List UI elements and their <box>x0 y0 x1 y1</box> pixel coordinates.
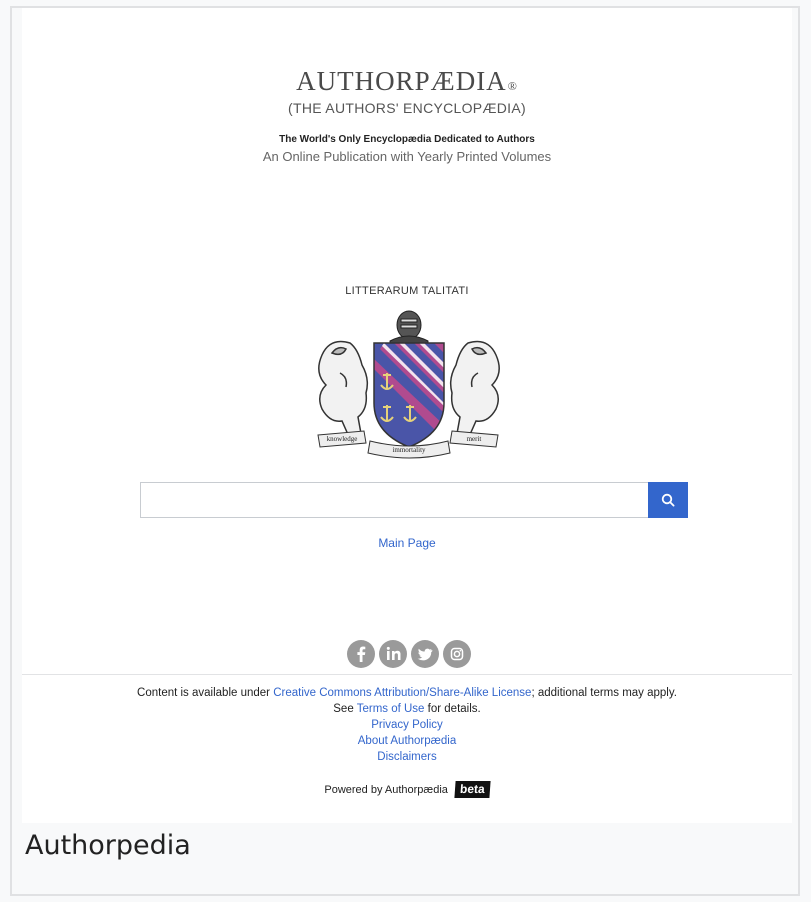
footer-divider <box>22 674 792 675</box>
content-card: AUTHORPÆDIA® (THE AUTHORS' ENCYCLOPÆDIA)… <box>22 8 792 823</box>
instagram-button[interactable] <box>443 640 471 668</box>
linkedin-icon <box>386 646 401 660</box>
facebook-button[interactable] <box>347 640 375 668</box>
site-subline: An Online Publication with Yearly Printe… <box>262 149 552 164</box>
crest-motto: LITTERARUM TALITATI <box>345 285 469 297</box>
page-caption: Authorpedia <box>25 830 191 861</box>
coat-of-arms-logo: knowledge immortality merit <box>317 310 500 459</box>
social-links <box>347 640 482 670</box>
twitter-icon <box>417 648 433 661</box>
main-page-link[interactable]: Main Page <box>378 536 435 550</box>
instagram-icon <box>450 647 464 661</box>
disclaimers-link[interactable]: Disclaimers <box>377 751 436 763</box>
license-link[interactable]: Creative Commons Attribution/Share-Alike… <box>273 687 531 699</box>
search-button[interactable] <box>648 482 688 518</box>
beta-badge: beta <box>454 781 491 798</box>
facebook-icon <box>357 646 366 662</box>
license-line: Content is available under Creative Comm… <box>137 687 677 699</box>
about-link[interactable]: About Authorpædia <box>358 735 456 747</box>
terms-of-use-link[interactable]: Terms of Use <box>357 703 425 715</box>
search-bar <box>140 482 688 518</box>
footer: Content is available under Creative Comm… <box>22 685 792 765</box>
privacy-policy-link[interactable]: Privacy Policy <box>371 719 443 731</box>
twitter-button[interactable] <box>411 640 439 668</box>
search-icon <box>661 493 675 507</box>
site-title: AUTHORPÆDIA® <box>296 66 518 96</box>
ribbon-text-immortality: immortality <box>392 446 426 454</box>
site-tagline: The World's Only Encyclopædia Dedicated … <box>279 134 535 145</box>
search-input[interactable] <box>140 482 648 518</box>
powered-by: Powered by Authorpædia beta <box>22 781 792 798</box>
terms-line: See Terms of Use for details. <box>333 703 481 715</box>
site-subtitle: (THE AUTHORS' ENCYCLOPÆDIA) <box>288 100 526 116</box>
linkedin-button[interactable] <box>379 640 407 668</box>
ribbon-text-knowledge: knowledge <box>327 435 358 443</box>
ribbon-text-merit: merit <box>467 435 482 443</box>
